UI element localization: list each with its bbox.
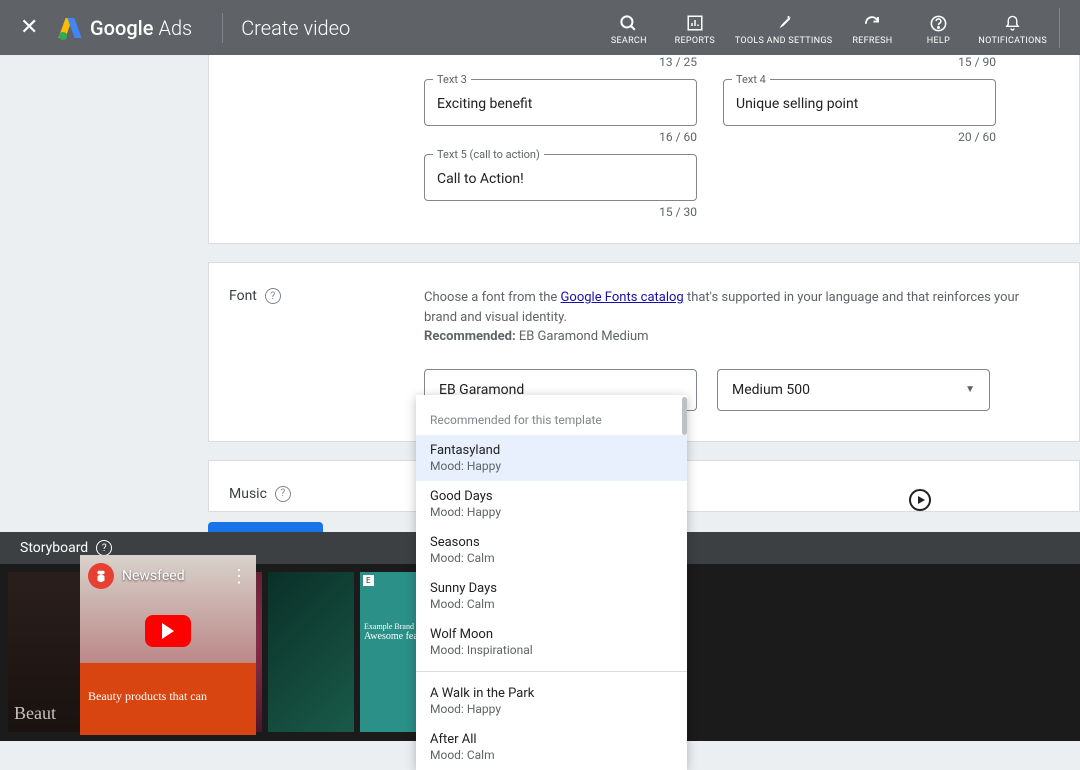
help-icon <box>929 12 948 34</box>
nav-tools[interactable]: TOOLS AND SETTINGS <box>735 8 833 47</box>
google-fonts-link[interactable]: Google Fonts catalog <box>561 290 684 305</box>
music-option-after-all[interactable]: After AllMood: Calm <box>416 724 687 770</box>
help-icon[interactable]: ? <box>96 540 112 556</box>
header-divider <box>222 13 223 43</box>
dropdown-separator <box>416 671 687 672</box>
search-icon <box>619 12 638 34</box>
youtube-play-button[interactable] <box>145 615 191 647</box>
youtube-menu-icon[interactable]: ⋮ <box>230 566 248 587</box>
text1-counter: 13 / 25 <box>424 55 697 69</box>
music-option-seasons[interactable]: SeasonsMood: Calm <box>416 527 687 573</box>
tools-icon <box>775 12 793 34</box>
music-dropdown: Recommended for this template Fantasylan… <box>416 395 687 770</box>
nav-notifications[interactable]: NOTIFICATIONS <box>978 8 1047 47</box>
nav-search[interactable]: SEARCH <box>603 8 655 47</box>
text3-input[interactable]: Text 3 Exciting benefit <box>424 79 697 126</box>
font-weight-select[interactable]: Medium 500▼ <box>717 369 990 411</box>
text4-counter: 20 / 60 <box>723 130 996 144</box>
font-section-label: Font? <box>229 288 281 304</box>
font-description: Choose a font from the Google Fonts cata… <box>424 288 1054 347</box>
help-icon[interactable]: ? <box>275 486 291 502</box>
music-option-wolf-moon[interactable]: Wolf MoonMood: Inspirational <box>416 619 687 665</box>
youtube-title: Newsfeed <box>122 568 185 584</box>
google-ads-logo: Google Ads <box>60 16 192 40</box>
dropdown-header: Recommended for this template <box>416 395 687 435</box>
close-icon[interactable]: ✕ <box>20 15 40 40</box>
text5-counter: 15 / 30 <box>424 205 697 219</box>
text-fields-card: 13 / 25 Text 3 Exciting benefit 16 / 60 … <box>208 55 1080 244</box>
page-title: Create video <box>241 16 350 40</box>
header-divider-right <box>1059 8 1060 48</box>
nav-reports[interactable]: REPORTS <box>669 8 721 47</box>
scrollbar[interactable] <box>682 397 687 435</box>
nav-refresh[interactable]: REFRESH <box>846 8 898 47</box>
music-option-sunny-days[interactable]: Sunny DaysMood: Calm <box>416 573 687 619</box>
nav-help[interactable]: HELP <box>912 8 964 47</box>
text5-input[interactable]: Text 5 (call to action) Call to Action! <box>424 154 697 201</box>
chevron-down-icon: ▼ <box>965 384 975 395</box>
bell-icon <box>1004 12 1021 34</box>
reports-icon <box>686 12 704 34</box>
text3-counter: 16 / 60 <box>424 130 697 144</box>
youtube-caption: Beauty products that can <box>88 689 248 705</box>
music-option-fantasyland[interactable]: FantasylandMood: Happy <box>416 435 687 481</box>
storyboard-thumb[interactable] <box>268 572 354 732</box>
help-icon[interactable]: ? <box>265 288 281 304</box>
text2-counter: 15 / 90 <box>723 55 996 69</box>
play-icon <box>918 496 925 504</box>
play-icon <box>162 623 174 639</box>
text4-input[interactable]: Text 4 Unique selling point <box>723 79 996 126</box>
youtube-embed[interactable]: Newsfeed ⋮ Beauty products that can <box>80 555 256 735</box>
music-section-label: Music? <box>229 486 291 502</box>
music-option-good-days[interactable]: Good DaysMood: Happy <box>416 481 687 527</box>
music-option-walk-in-park[interactable]: A Walk in the ParkMood: Happy <box>416 678 687 724</box>
refresh-icon <box>863 12 881 34</box>
youtube-channel-icon <box>88 563 114 589</box>
play-button[interactable] <box>909 489 931 511</box>
